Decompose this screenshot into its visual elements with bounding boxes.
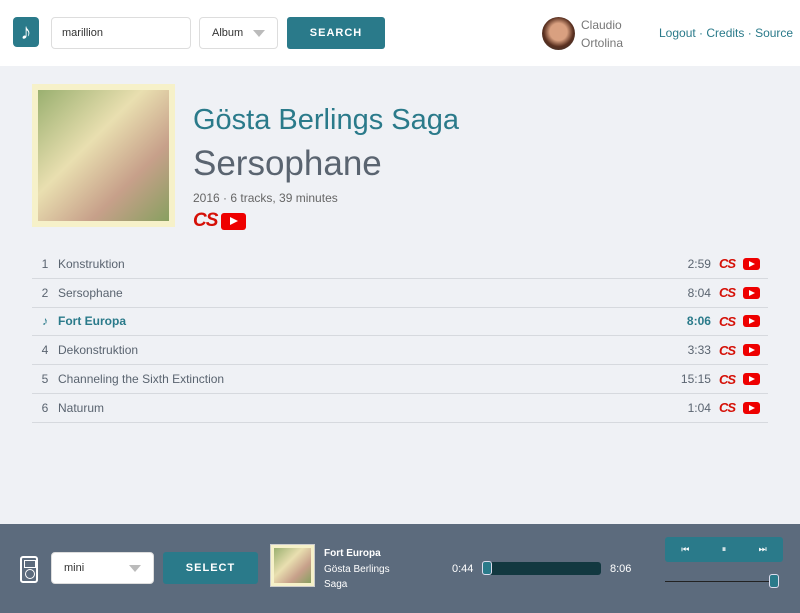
lastfm-icon[interactable]: CS [719,400,736,415]
youtube-icon[interactable] [221,212,247,230]
album-cover [32,84,175,227]
progress-bar[interactable] [482,561,601,575]
select-button[interactable]: SELECT [163,552,258,584]
lastfm-icon[interactable]: CS [719,285,736,300]
track-list: 1 Konstruktion 2:59 CS 2 Sersophane 8:04 CS ♪ For… [32,250,768,423]
search-type-select[interactable]: Album [199,17,278,49]
track-duration: 3:33 [687,343,711,358]
elapsed-time: 0:44 [452,563,474,575]
track-title[interactable]: Dekonstruktion [58,343,688,357]
track-title[interactable]: Channeling the Sixth Extinction [58,372,681,386]
track-number: 6 [41,400,49,415]
ipod-icon [20,556,38,583]
credits-link[interactable]: Credits [706,26,744,40]
track-title[interactable]: Konstruktion [58,257,688,271]
chevron-down-icon [129,565,141,572]
track-title[interactable]: Sersophane [58,286,688,300]
track-number: 5 [41,372,49,387]
device-value: mini [64,562,85,574]
track-number: 1 [41,256,49,271]
progress-knob[interactable] [482,561,492,575]
album-title: Sersophane [193,144,382,183]
lastfm-icon[interactable]: CS [719,343,736,358]
volume-knob[interactable] [769,574,779,588]
search-input[interactable] [51,17,191,49]
user-last: Ortolina [581,36,624,50]
user-name: Claudio Ortolina [581,16,623,52]
youtube-icon[interactable] [743,315,760,328]
track-title[interactable]: Naturum [58,401,688,415]
track-number: 2 [41,285,49,300]
track-duration: 1:04 [687,400,711,415]
lastfm-icon[interactable]: CS [193,210,218,232]
device-select[interactable]: mini [51,552,154,584]
lastfm-icon[interactable]: CS [719,256,736,271]
track-row[interactable]: 4 Dekonstruktion 3:33 CS [32,336,768,366]
logout-link[interactable]: Logout [659,26,696,40]
youtube-icon[interactable] [743,286,760,299]
source-link[interactable]: Source [755,26,793,40]
track-duration: 2:59 [687,256,711,271]
player-artist: Gösta Berlings Saga [324,563,390,591]
pause-icon[interactable]: ⏸ [722,544,727,555]
lastfm-icon[interactable]: CS [719,314,736,329]
track-row[interactable]: ♪ Fort Europa 8:06 CS [32,308,768,337]
user-first: Claudio [581,18,622,32]
player-track: Fort Europa [324,548,381,559]
next-icon[interactable]: ⏭ [759,544,767,555]
youtube-icon[interactable] [743,257,760,270]
track-duration: 8:04 [687,285,711,300]
track-row[interactable]: 1 Konstruktion 2:59 CS [32,250,768,279]
chevron-down-icon [253,30,265,37]
track-row[interactable]: 2 Sersophane 8:04 CS [32,279,768,308]
search-button[interactable]: SEARCH [287,17,385,49]
track-number: ♪ [42,314,48,329]
header: ♪ Album SEARCH ClaudioOrtolina Logout · … [0,0,800,66]
youtube-icon[interactable] [743,373,760,386]
youtube-icon[interactable] [743,401,760,414]
avatar[interactable] [542,17,575,50]
youtube-icon[interactable] [743,344,760,357]
search-type-value: Album [212,27,244,39]
track-duration: 15:15 [680,372,711,387]
track-number: 4 [41,343,49,358]
lastfm-icon[interactable]: CS [719,372,736,387]
artist-name[interactable]: Gösta Berlings Saga [193,104,459,137]
player-cover [270,544,315,587]
total-time: 8:06 [610,563,632,575]
track-row[interactable]: 6 Naturum 1:04 CS [32,394,768,423]
track-duration: 8:06 [686,314,711,329]
track-row[interactable]: 5 Channeling the Sixth Extinction 15:15 CS [32,365,768,394]
previous-icon[interactable]: ⏮ [681,544,689,555]
music-note-icon[interactable]: ♪ [13,17,39,47]
volume-slider[interactable] [665,574,779,588]
track-title[interactable]: Fort Europa [58,314,687,328]
album-meta: 2016 · 6 tracks, 39 minutes [193,191,338,205]
